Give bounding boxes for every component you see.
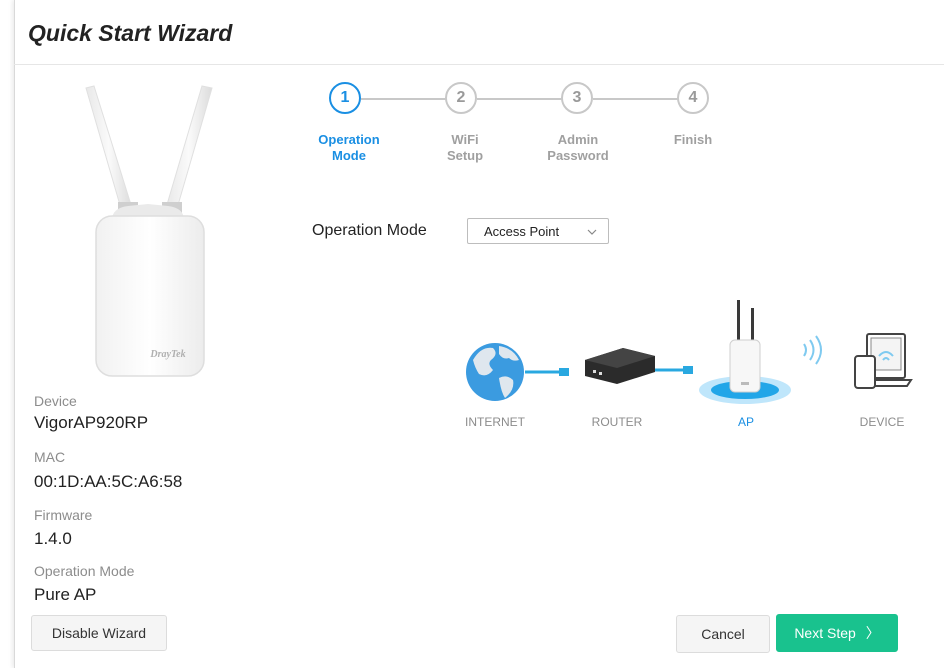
- globe-icon: [466, 343, 524, 401]
- network-diagram: [466, 300, 913, 404]
- ap-icon: [729, 300, 761, 393]
- step-3-label: Admin Password: [533, 132, 623, 164]
- page-title: Quick Start Wizard: [28, 20, 233, 46]
- brand-logo: DrayTek: [149, 349, 185, 360]
- opmode-info-label: Operation Mode: [34, 563, 135, 579]
- operation-mode-value: Access Point: [484, 224, 560, 239]
- next-step-label: Next Step: [794, 625, 856, 641]
- operation-mode-select[interactable]: Access Point: [467, 218, 609, 244]
- devices-icon: [854, 333, 913, 389]
- wifi-icon: [803, 335, 822, 365]
- antenna-left: [85, 85, 133, 213]
- operation-mode-label: Operation Mode: [312, 222, 427, 239]
- next-step-button[interactable]: Next Step 〉: [776, 614, 898, 652]
- step-3-label-line2: Password: [547, 148, 609, 163]
- step-connector: [477, 98, 563, 100]
- step-4-label: Finish: [648, 132, 738, 148]
- step-2-label-line2: Setup: [446, 148, 484, 163]
- step-3-circle[interactable]: 3: [561, 82, 593, 114]
- step-2-circle[interactable]: 2: [445, 82, 477, 114]
- mac-value: 00:1D:AA:5C:A6:58: [34, 472, 183, 491]
- step-4-circle[interactable]: 4: [677, 82, 709, 114]
- disable-wizard-button[interactable]: Disable Wizard: [31, 615, 167, 651]
- device-label-diagram: DEVICE: [859, 415, 905, 429]
- chevron-down-icon: [587, 229, 597, 235]
- title-divider: [14, 64, 944, 65]
- internet-label: INTERNET: [465, 415, 525, 429]
- step-1-label-line1: Operation: [318, 132, 380, 147]
- router-label: ROUTER: [591, 415, 643, 429]
- device-image: DrayTek: [85, 85, 213, 377]
- step-2-label-line1: WiFi: [451, 132, 479, 147]
- mac-label: MAC: [34, 449, 66, 465]
- step-1-circle[interactable]: 1: [329, 82, 361, 114]
- step-3-label-line1: Admin: [557, 132, 599, 147]
- opmode-info-value: Pure AP: [34, 585, 97, 604]
- antenna-right: [165, 85, 213, 213]
- step-1-label-line2: Mode: [332, 148, 366, 163]
- device-value: VigorAP920RP: [34, 413, 149, 432]
- firmware-value: 1.4.0: [34, 529, 72, 548]
- firmware-label: Firmware: [34, 507, 93, 523]
- ap-label: AP: [737, 415, 754, 429]
- step-4-label-line1: Finish: [673, 132, 713, 147]
- step-1-label: Operation Mode: [304, 132, 394, 164]
- router-icon: [585, 348, 655, 384]
- chevron-right-icon: 〉: [865, 625, 880, 641]
- step-connector: [593, 98, 679, 100]
- device-label: Device: [34, 393, 77, 409]
- step-connector: [361, 98, 447, 100]
- step-2-label: WiFi Setup: [420, 132, 510, 164]
- cancel-button[interactable]: Cancel: [676, 615, 770, 653]
